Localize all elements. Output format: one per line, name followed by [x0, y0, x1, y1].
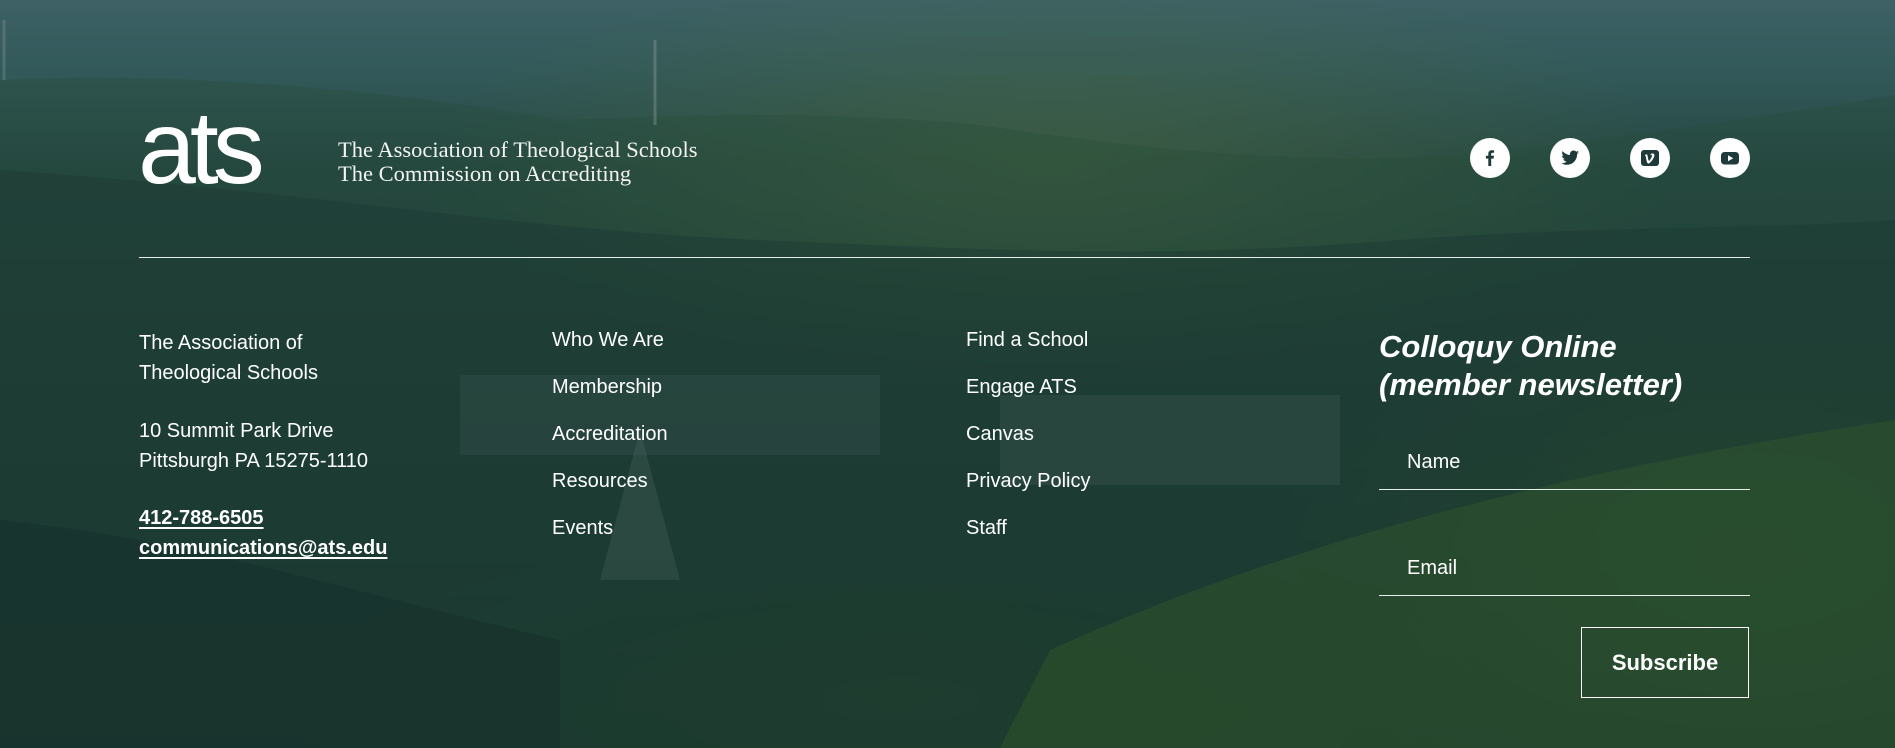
nav-events[interactable]: Events: [552, 517, 613, 539]
org-line-2: Theological Schools: [139, 362, 318, 384]
street-line: 10 Summit Park Drive: [139, 420, 334, 442]
org-line-1: The Association of: [139, 332, 303, 354]
nav-membership[interactable]: Membership: [552, 376, 662, 398]
nav-accreditation[interactable]: Accreditation: [552, 423, 668, 445]
nav-staff[interactable]: Staff: [966, 517, 1007, 539]
youtube-link[interactable]: [1710, 138, 1750, 178]
email-link[interactable]: communications@ats.edu: [139, 533, 387, 563]
newsletter-email-field[interactable]: [1379, 542, 1750, 596]
nav-engage-ats[interactable]: Engage ATS: [966, 376, 1077, 398]
logo-mark: ats: [138, 90, 265, 206]
vimeo-icon: [1641, 150, 1659, 166]
city-line: Pittsburgh PA 15275-1110: [139, 450, 369, 472]
newsletter-title: Colloquy Online (member newsletter): [1379, 328, 1682, 404]
nav-canvas[interactable]: Canvas: [966, 423, 1034, 445]
nav-privacy-policy[interactable]: Privacy Policy: [966, 470, 1090, 492]
vimeo-link[interactable]: [1630, 138, 1670, 178]
twitter-link[interactable]: [1550, 138, 1590, 178]
logo-org-name: The Association of Theological Schools: [338, 137, 698, 162]
facebook-icon: [1485, 150, 1495, 166]
footer-nav-secondary: Find a School Engage ATS Canvas Privacy …: [966, 325, 1090, 560]
phone-link[interactable]: 412-788-6505: [139, 503, 264, 533]
twitter-icon: [1561, 150, 1579, 165]
nav-resources[interactable]: Resources: [552, 470, 648, 492]
address-street: 10 Summit Park Drive Pittsburgh PA 15275…: [139, 416, 439, 476]
footer-nav-primary: Who We Are Membership Accreditation Reso…: [552, 325, 668, 560]
newsletter-title-line-2: (member newsletter): [1379, 367, 1683, 402]
address-organization: The Association of Theological Schools: [139, 328, 389, 388]
ats-logo[interactable]: ats The Association of Theological Schoo…: [138, 96, 728, 200]
logo-commission-name: The Commission on Accrediting: [338, 161, 632, 186]
nav-who-we-are[interactable]: Who We Are: [552, 329, 664, 351]
youtube-icon: [1721, 152, 1739, 165]
newsletter-title-line-1: Colloquy Online: [1379, 329, 1617, 364]
newsletter-name-field[interactable]: [1379, 436, 1750, 490]
footer-divider: [139, 257, 1750, 258]
facebook-link[interactable]: [1470, 138, 1510, 178]
nav-find-a-school[interactable]: Find a School: [966, 329, 1088, 351]
subscribe-button[interactable]: Subscribe: [1581, 627, 1749, 698]
